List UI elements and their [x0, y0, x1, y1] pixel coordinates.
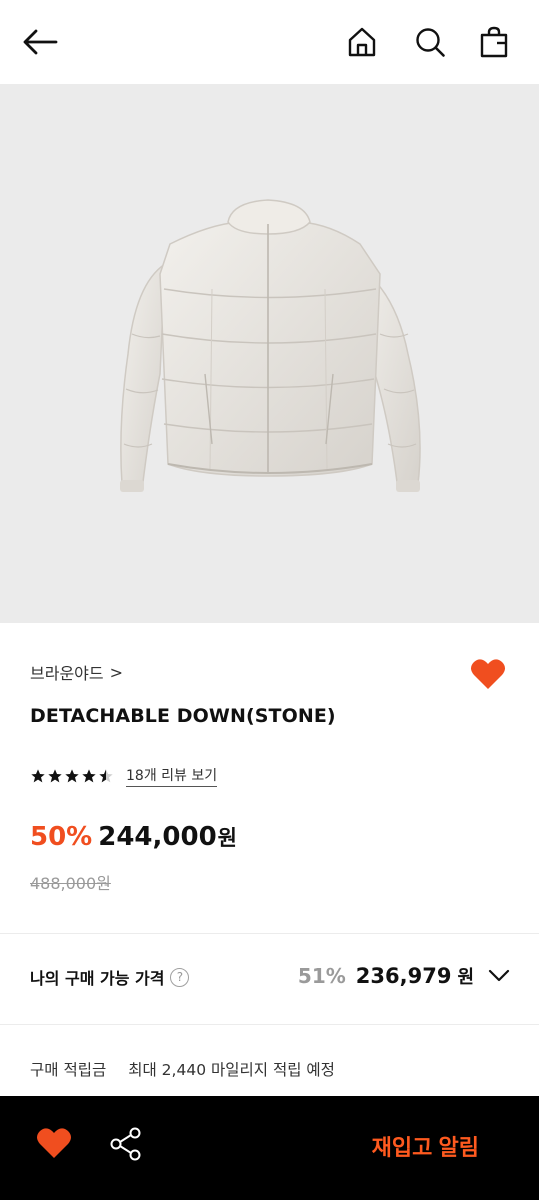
star-icon	[31, 769, 45, 783]
brand-name: 브라운야드	[30, 664, 104, 683]
cart-button[interactable]	[474, 22, 514, 62]
product-detail-page: 브라운야드 > DETACHABLE DOWN(STONE) 18개 리뷰 보기…	[0, 0, 539, 1200]
bottom-action-bar: 재입고 알림	[0, 1096, 539, 1200]
product-image[interactable]	[0, 84, 539, 623]
points-label: 구매 적립금	[30, 1061, 107, 1079]
half-star-icon	[99, 769, 113, 783]
discount-rate: 50%	[30, 822, 93, 852]
my-price-row[interactable]: 나의 구매 가능 가격 ? 51% 236,979 원	[30, 963, 510, 989]
points-value: 최대 2,440 마일리지 적립 예정	[128, 1061, 335, 1079]
original-price: 488,000원	[30, 874, 111, 893]
home-button[interactable]	[342, 22, 382, 62]
rating-row: 18개 리뷰 보기	[30, 765, 218, 787]
bottom-wishlist-button[interactable]	[34, 1124, 74, 1164]
heart-icon	[471, 659, 505, 689]
back-button[interactable]	[20, 22, 60, 62]
my-price-currency: 원	[457, 967, 474, 988]
brand-link[interactable]: 브라운야드 >	[30, 660, 123, 684]
star-icon	[65, 769, 79, 783]
share-icon	[110, 1127, 141, 1161]
my-discount-rate: 51%	[297, 964, 346, 988]
search-button[interactable]	[410, 22, 450, 62]
restock-alert-button[interactable]: 재입고 알림	[372, 1130, 479, 1162]
star-icon	[82, 769, 96, 783]
review-link[interactable]: 18개 리뷰 보기	[126, 765, 218, 787]
shopping-bag-icon	[480, 26, 508, 58]
my-price-value: 51% 236,979 원	[298, 963, 510, 989]
chevron-right-icon: >	[109, 662, 124, 682]
my-price-label: 나의 구매 가능 가격	[30, 969, 165, 988]
wishlist-button[interactable]	[468, 655, 508, 695]
share-button[interactable]	[106, 1124, 146, 1164]
home-icon	[348, 27, 376, 57]
divider	[0, 933, 539, 934]
top-bar	[0, 0, 539, 84]
currency-label: 원	[217, 826, 237, 850]
points-row: 구매 적립금 최대 2,440 마일리지 적립 예정	[30, 1058, 335, 1080]
sale-price: 244,000	[98, 822, 217, 852]
star-icon	[48, 769, 62, 783]
product-title: DETACHABLE DOWN(STONE)	[30, 705, 336, 727]
puffer-jacket-image	[120, 199, 421, 492]
search-icon	[416, 28, 445, 57]
arrow-left-icon	[23, 29, 58, 55]
help-icon[interactable]: ?	[170, 967, 190, 987]
my-price-amount: 236,979	[355, 964, 452, 988]
heart-icon	[37, 1128, 71, 1158]
divider	[0, 1024, 539, 1025]
price-row: 50% 244,000 원	[30, 822, 237, 852]
chevron-down-icon[interactable]	[488, 969, 510, 983]
star-rating	[30, 768, 114, 784]
